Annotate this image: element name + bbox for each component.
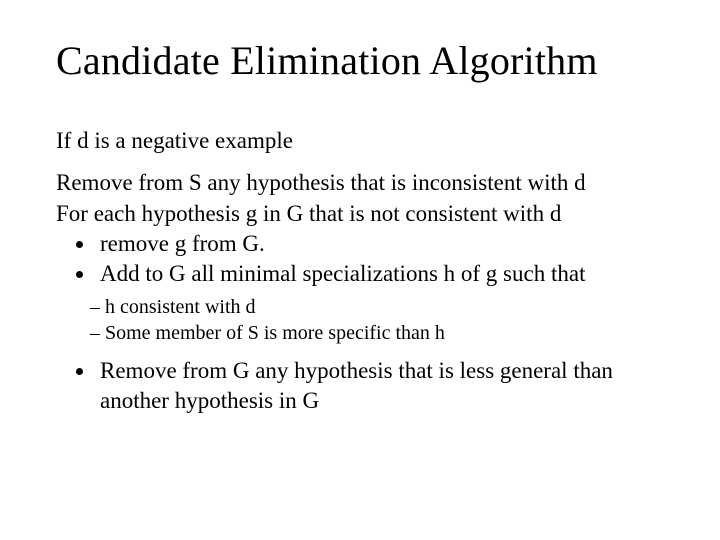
sub-bullet-list: h consistent with d Some member of S is … (56, 294, 664, 346)
sub-bullet-item: h consistent with d (90, 294, 664, 320)
slide-title: Candidate Elimination Algorithm (56, 38, 664, 84)
slide: Candidate Elimination Algorithm If d is … (0, 0, 720, 540)
bullet-list-1: remove g from G. Add to G all minimal sp… (56, 229, 664, 290)
bullet-list-2: Remove from G any hypothesis that is les… (56, 356, 664, 417)
body-line-2: For each hypothesis g in G that is not c… (56, 199, 664, 229)
bullet-item: Add to G all minimal specializations h o… (96, 259, 664, 289)
slide-body: If d is a negative example Remove from S… (56, 126, 664, 417)
bullet-item: Remove from G any hypothesis that is les… (96, 356, 664, 417)
sub-bullet-item: Some member of S is more specific than h (90, 320, 664, 346)
intro-line: If d is a negative example (56, 126, 664, 156)
bullet-item: remove g from G. (96, 229, 664, 259)
body-line-1: Remove from S any hypothesis that is inc… (56, 168, 664, 198)
